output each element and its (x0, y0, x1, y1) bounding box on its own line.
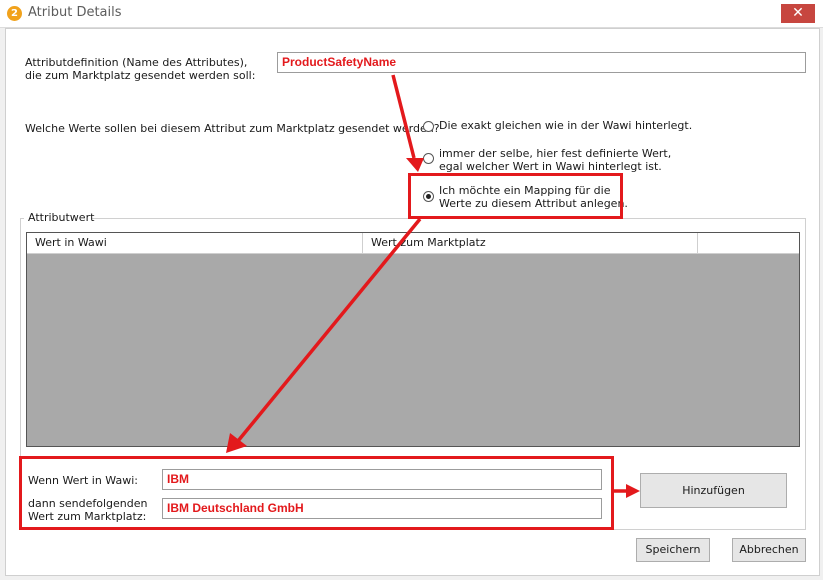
attribute-definition-input[interactable]: ProductSafetyName (277, 52, 806, 73)
option-exact-radio[interactable] (423, 121, 434, 132)
close-button[interactable]: ✕ (781, 4, 815, 23)
option-fixed-label-line1[interactable]: immer der selbe, hier fest definierte We… (439, 147, 671, 160)
value-question-label: Welche Werte sollen bei diesem Attribut … (25, 122, 440, 135)
column-header-extra[interactable] (698, 233, 799, 253)
mapping-table[interactable]: Wert in Wawi Wert zum Marktplatz (26, 232, 800, 447)
app-logo-icon: 2 (7, 6, 22, 21)
cancel-button[interactable]: Abbrechen (732, 538, 806, 562)
title-bar (0, 0, 823, 28)
window-title: Atribut Details (28, 5, 122, 20)
highlight-box-mapping-inputs (19, 456, 614, 530)
definition-label-line1: Attributdefinition (Name des Attributes)… (25, 56, 248, 69)
option-fixed-label-line2[interactable]: egal welcher Wert in Wawi hinterlegt ist… (439, 160, 662, 173)
column-header-wawi[interactable]: Wert in Wawi (27, 233, 363, 253)
save-button[interactable]: Speichern (636, 538, 710, 562)
add-button[interactable]: Hinzufügen (640, 473, 787, 508)
definition-label-line2: die zum Marktplatz gesendet werden soll: (25, 69, 256, 82)
option-fixed-radio[interactable] (423, 153, 434, 164)
column-header-marketplace[interactable]: Wert zum Marktplatz (363, 233, 698, 253)
highlight-box-mapping-option (408, 173, 623, 219)
table-header: Wert in Wawi Wert zum Marktplatz (27, 233, 799, 254)
option-exact-label[interactable]: Die exakt gleichen wie in der Wawi hinte… (439, 119, 692, 132)
